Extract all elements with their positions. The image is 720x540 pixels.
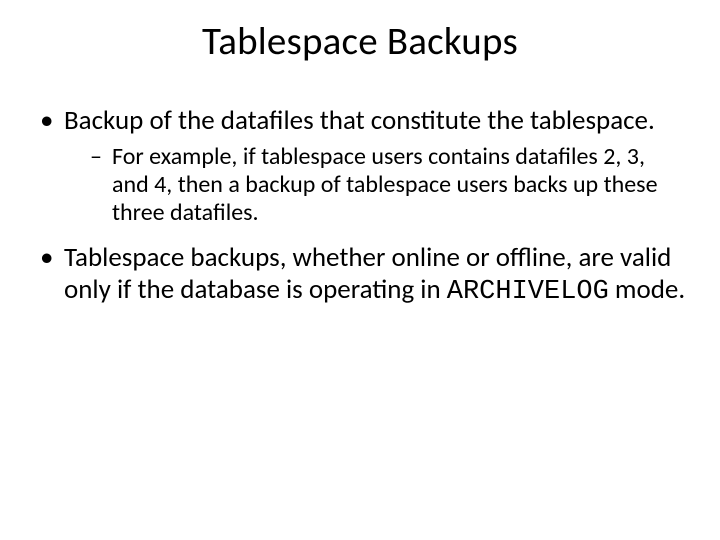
bullet-1: Backup of the datafiles that constitute … [34,105,686,228]
bullet-1-text: Backup of the datafiles that constitute … [64,104,655,137]
sub-bullet-1: For example, if tablespace users contain… [88,143,686,228]
sub-bullet-1-text: For example, if tablespace users contain… [112,142,658,228]
sub-bullet-list-1: For example, if tablespace users contain… [64,143,686,228]
bullet-2-post: mode. [609,273,685,306]
bullet-2: Tablespace backups, whether online or of… [34,242,686,309]
slide-title: Tablespace Backups [30,18,690,65]
slide: Tablespace Backups Backup of the datafil… [0,0,720,540]
bullet-list: Backup of the datafiles that constitute … [30,105,690,309]
bullet-2-code: ARCHIVELOG [447,277,609,307]
